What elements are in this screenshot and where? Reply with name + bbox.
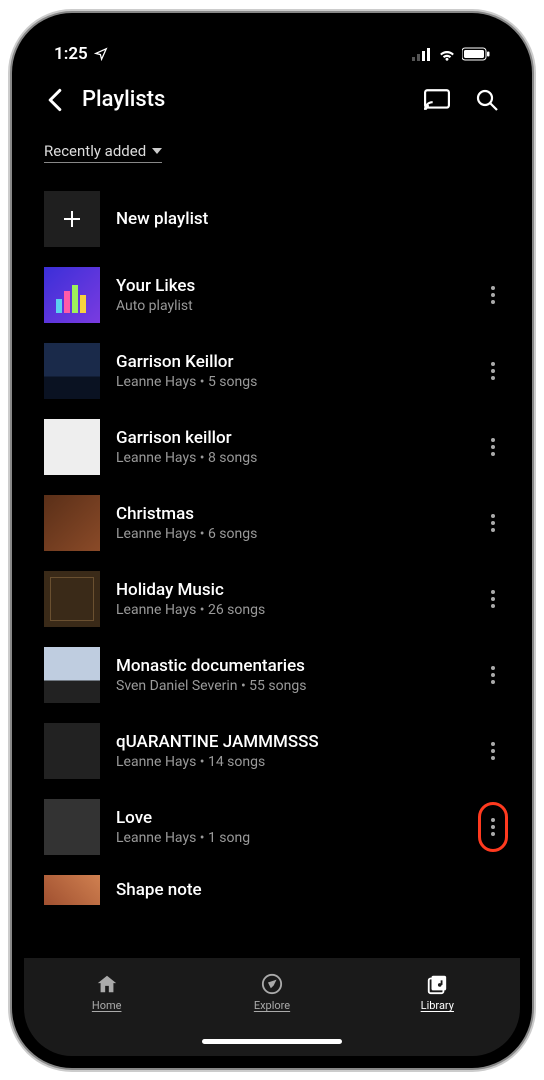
playlist-row[interactable]: Your Likes Auto playlist xyxy=(24,257,520,333)
playlist-title: Shape note xyxy=(116,880,508,900)
playlist-thumb xyxy=(44,419,100,475)
library-icon xyxy=(426,973,448,995)
notch xyxy=(172,25,372,55)
playlist-row[interactable]: Garrison Keillor Leanne Hays • 5 songs xyxy=(24,333,520,409)
playlist-thumb xyxy=(44,267,100,323)
playlist-title: Your Likes xyxy=(116,276,462,296)
back-button[interactable] xyxy=(42,87,68,113)
more-icon xyxy=(491,369,495,373)
more-button[interactable] xyxy=(478,655,508,695)
more-button[interactable] xyxy=(478,731,508,771)
playlist-thumb xyxy=(44,875,100,905)
more-icon xyxy=(491,597,495,601)
playlist-list[interactable]: New playlist Your Likes Auto playlist Ga… xyxy=(24,173,520,958)
playlist-thumb xyxy=(44,495,100,551)
more-icon xyxy=(491,293,495,297)
more-button[interactable] xyxy=(478,579,508,619)
playlist-thumb xyxy=(44,647,100,703)
playlist-title: qUARANTINE JAMMMSSS xyxy=(116,732,462,752)
more-button[interactable] xyxy=(478,427,508,467)
row-text: Garrison Keillor Leanne Hays • 5 songs xyxy=(116,352,462,390)
playlist-thumb xyxy=(44,343,100,399)
playlist-subtitle: Leanne Hays • 8 songs xyxy=(116,450,462,466)
battery-icon xyxy=(462,47,490,61)
playlist-title: Love xyxy=(116,808,462,828)
playlist-title: Holiday Music xyxy=(116,580,462,600)
playlist-title: Christmas xyxy=(116,504,462,524)
new-playlist-label: New playlist xyxy=(116,209,508,229)
playlist-row[interactable]: Shape note xyxy=(24,865,520,905)
nav-library[interactable]: Library xyxy=(355,973,520,1012)
playlist-row[interactable]: Holiday Music Leanne Hays • 26 songs xyxy=(24,561,520,637)
plus-icon xyxy=(44,191,100,247)
more-button-highlighted[interactable] xyxy=(478,802,508,852)
more-icon xyxy=(491,749,495,753)
more-button[interactable] xyxy=(478,503,508,543)
more-icon xyxy=(491,825,495,829)
playlist-subtitle: Sven Daniel Severin • 55 songs xyxy=(116,678,462,694)
playlist-title: Monastic documentaries xyxy=(116,656,462,676)
playlist-row[interactable]: Garrison keillor Leanne Hays • 8 songs xyxy=(24,409,520,485)
playlist-subtitle: Leanne Hays • 1 song xyxy=(116,830,462,846)
playlist-title: Garrison keillor xyxy=(116,428,462,448)
playlist-subtitle: Leanne Hays • 14 songs xyxy=(116,754,462,770)
sort-dropdown[interactable]: Recently added xyxy=(44,142,162,163)
row-text: Your Likes Auto playlist xyxy=(116,276,462,314)
app-header: Playlists xyxy=(24,69,520,123)
more-icon xyxy=(491,521,495,525)
row-text: Monastic documentaries Sven Daniel Sever… xyxy=(116,656,462,694)
home-indicator[interactable] xyxy=(24,1028,520,1056)
chevron-down-icon xyxy=(152,147,162,155)
cast-icon[interactable] xyxy=(424,87,450,113)
sort-row: Recently added xyxy=(24,123,520,173)
phone-frame: 1:25 Playlists xyxy=(12,13,532,1068)
playlist-row[interactable]: Love Leanne Hays • 1 song xyxy=(24,789,520,865)
location-icon xyxy=(94,47,108,61)
status-time: 1:25 xyxy=(54,44,88,64)
row-text: Christmas Leanne Hays • 6 songs xyxy=(116,504,462,542)
bottom-nav: Home Explore Library xyxy=(24,958,520,1028)
row-text: Love Leanne Hays • 1 song xyxy=(116,808,462,846)
playlist-row[interactable]: Monastic documentaries Sven Daniel Sever… xyxy=(24,637,520,713)
status-right xyxy=(412,47,490,61)
more-icon xyxy=(491,445,495,449)
cellular-icon xyxy=(412,47,432,61)
row-text: Garrison keillor Leanne Hays • 8 songs xyxy=(116,428,462,466)
more-button[interactable] xyxy=(478,275,508,315)
playlist-title: Garrison Keillor xyxy=(116,352,462,372)
row-text: Shape note xyxy=(116,880,508,900)
explore-icon xyxy=(261,973,283,995)
playlist-row[interactable]: qUARANTINE JAMMMSSS Leanne Hays • 14 son… xyxy=(24,713,520,789)
nav-home[interactable]: Home xyxy=(24,973,189,1012)
wifi-icon xyxy=(438,47,456,61)
playlist-subtitle: Leanne Hays • 26 songs xyxy=(116,602,462,618)
search-icon[interactable] xyxy=(474,87,500,113)
nav-label: Home xyxy=(92,999,122,1012)
new-playlist-row[interactable]: New playlist xyxy=(24,181,520,257)
row-text: qUARANTINE JAMMMSSS Leanne Hays • 14 son… xyxy=(116,732,462,770)
nav-explore[interactable]: Explore xyxy=(189,973,354,1012)
playlist-subtitle: Leanne Hays • 6 songs xyxy=(116,526,462,542)
row-text: Holiday Music Leanne Hays • 26 songs xyxy=(116,580,462,618)
nav-label: Explore xyxy=(254,999,290,1012)
playlist-thumb xyxy=(44,571,100,627)
sort-label: Recently added xyxy=(44,142,146,160)
status-left: 1:25 xyxy=(54,44,108,64)
more-button[interactable] xyxy=(478,351,508,391)
header-actions xyxy=(424,87,500,113)
more-icon xyxy=(491,673,495,677)
playlist-subtitle: Leanne Hays • 5 songs xyxy=(116,374,462,390)
home-icon xyxy=(96,973,118,995)
row-text: New playlist xyxy=(116,209,508,229)
playlist-subtitle: Auto playlist xyxy=(116,298,462,314)
playlist-thumb xyxy=(44,723,100,779)
playlist-row[interactable]: Christmas Leanne Hays • 6 songs xyxy=(24,485,520,561)
phone-screen: 1:25 Playlists xyxy=(24,25,520,1056)
playlist-thumb xyxy=(44,799,100,855)
page-title: Playlists xyxy=(82,87,410,112)
nav-label: Library xyxy=(421,999,454,1012)
